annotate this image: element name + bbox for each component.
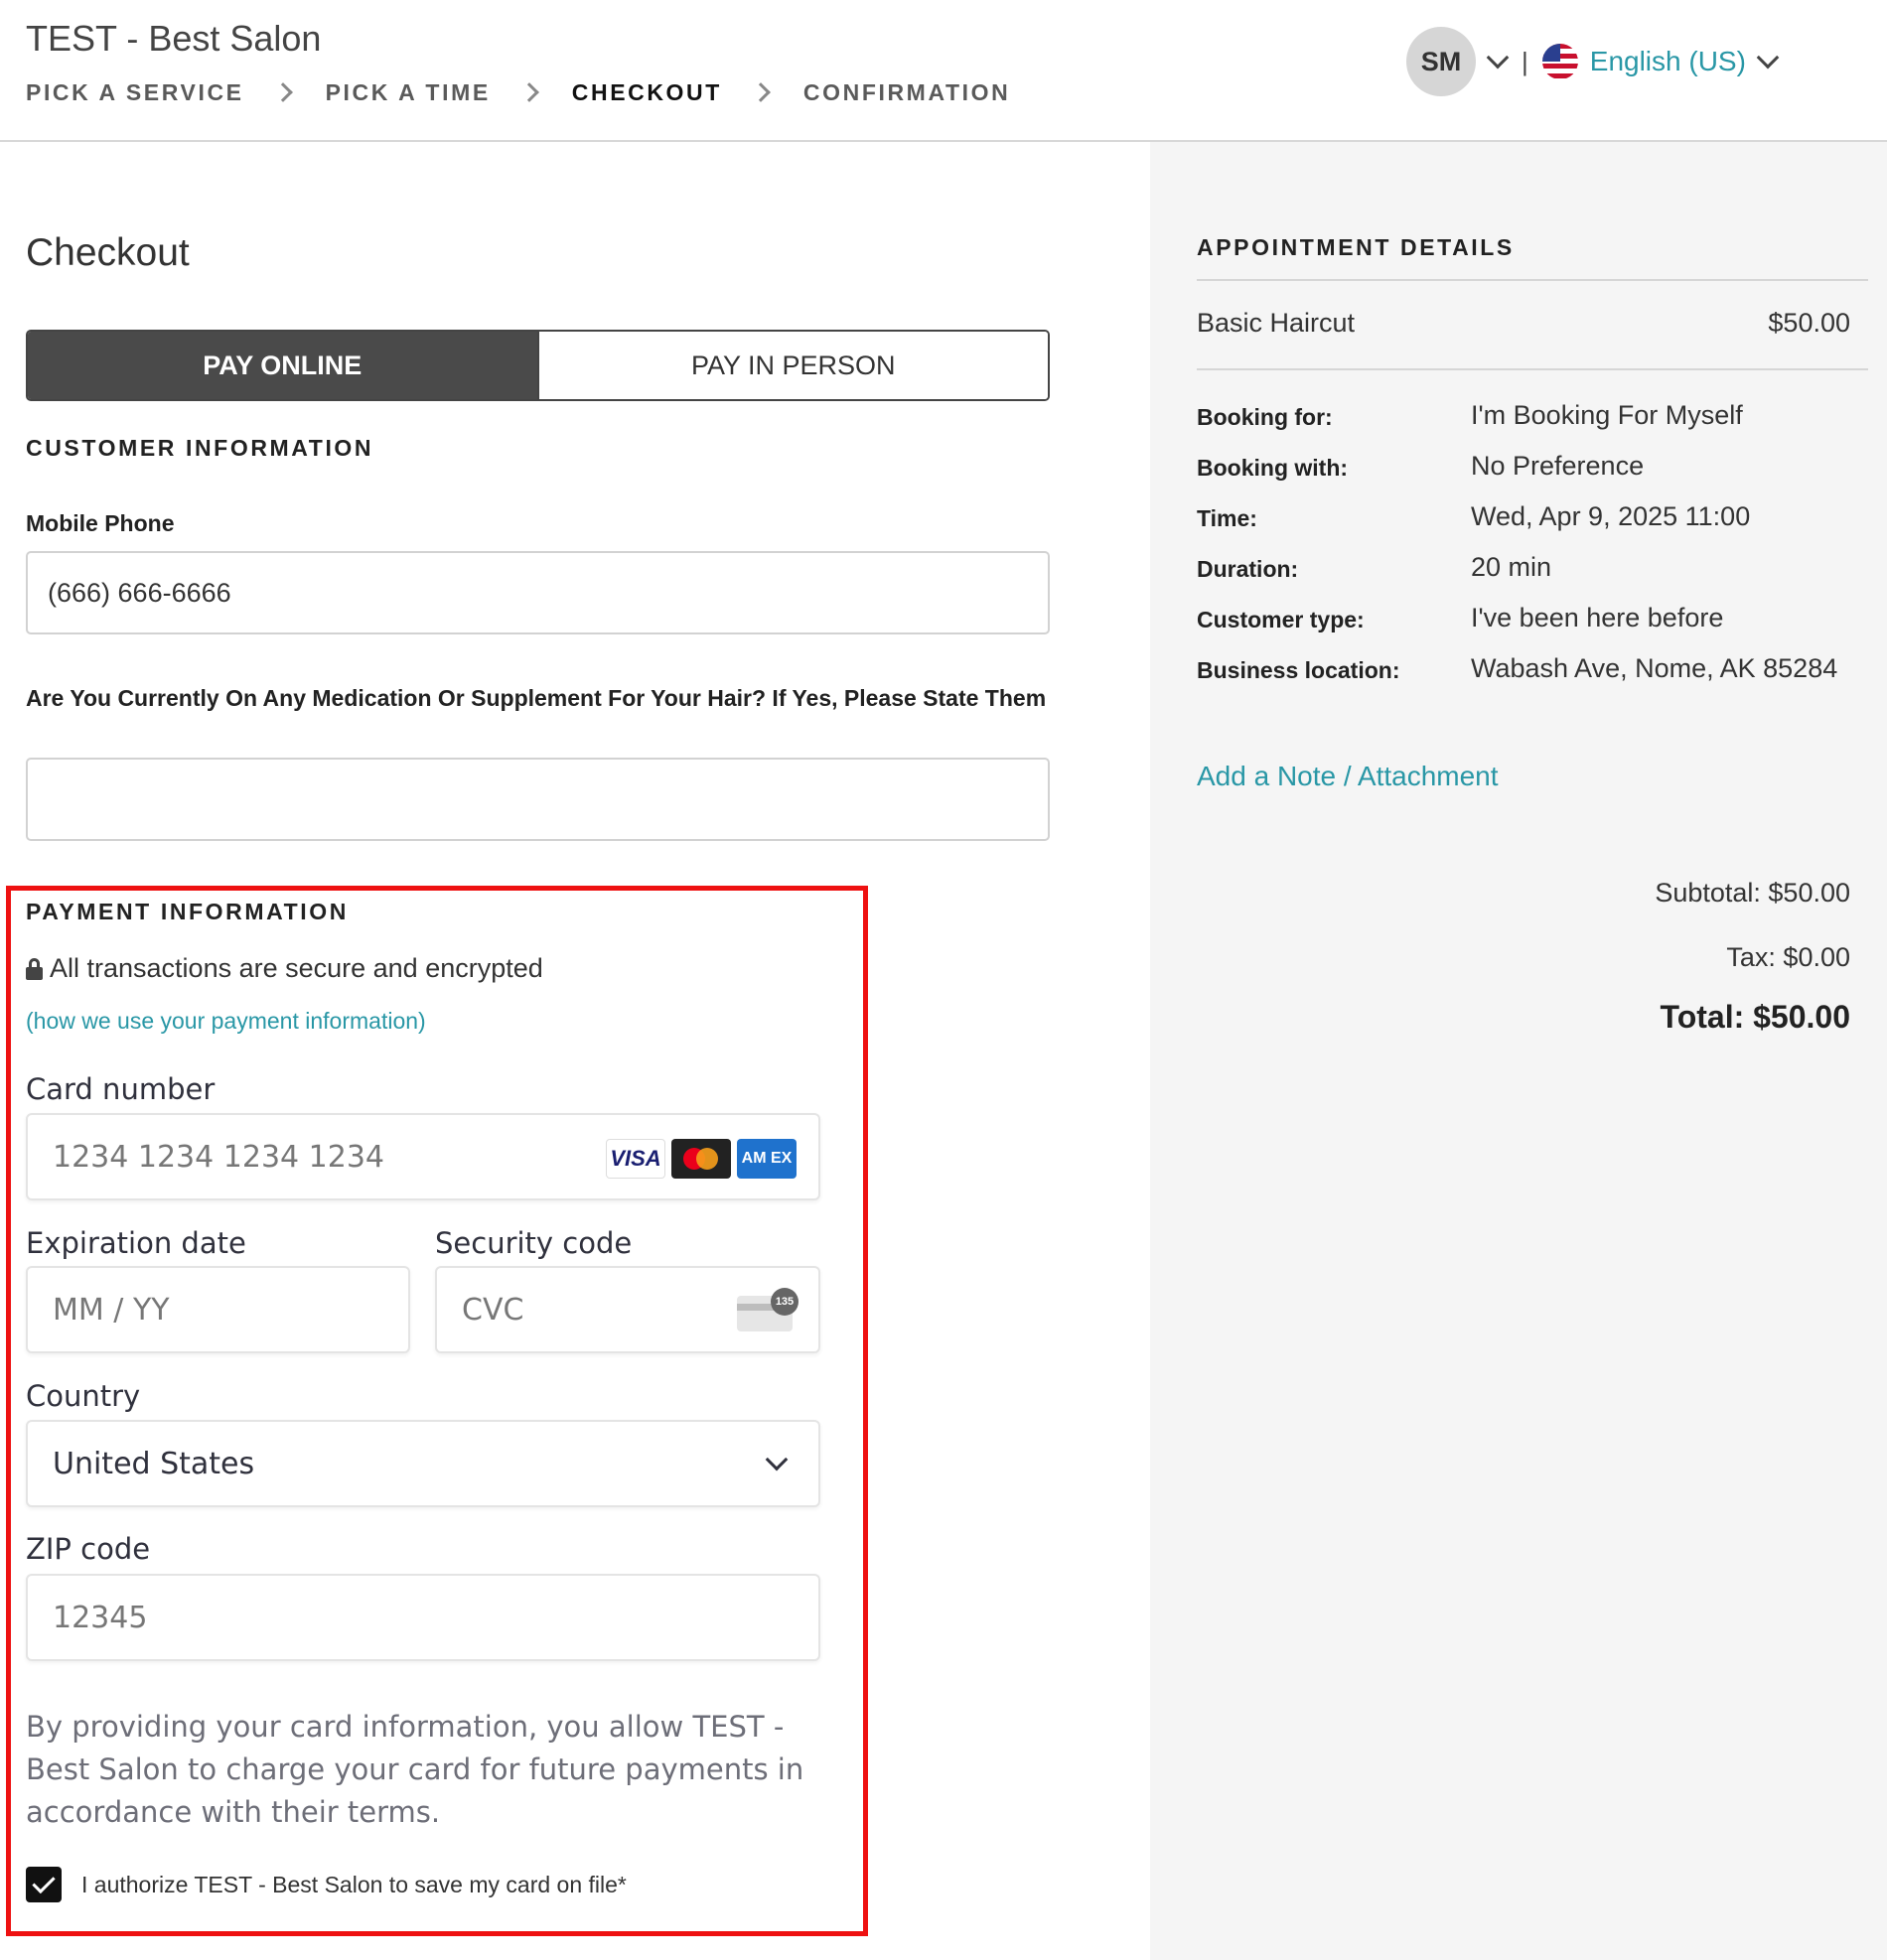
card-terms-text: By providing your card information, you … <box>26 1710 804 1829</box>
pay-in-person-button[interactable]: PAY IN PERSON <box>536 332 1048 399</box>
subtotal: Subtotal: $50.00 <box>1655 878 1850 908</box>
medication-input[interactable] <box>26 758 1050 841</box>
total: Total: $50.00 <box>1660 999 1850 1035</box>
country-label: Country <box>26 1379 141 1413</box>
detail-value: Wed, Apr 9, 2025 11:00 <box>1471 501 1751 531</box>
zip-code-placeholder: 12345 <box>53 1600 148 1635</box>
secure-notice: All transactions are secure and encrypte… <box>26 953 543 984</box>
page-title: Checkout <box>26 231 190 274</box>
detail-value: 20 min <box>1471 552 1552 582</box>
breadcrumb-pick-service[interactable]: PICK A SERVICE <box>26 79 244 106</box>
detail-label: Booking for: <box>1197 404 1333 430</box>
breadcrumb-confirmation: CONFIRMATION <box>802 78 1011 105</box>
detail-label: Time: <box>1197 505 1257 531</box>
breadcrumb-pick-time[interactable]: PICK A TIME <box>326 79 491 106</box>
country-select[interactable]: United States <box>26 1420 820 1507</box>
authorize-text: I authorize TEST - Best Salon to save my… <box>81 1871 627 1897</box>
security-code-label: Security code <box>435 1226 633 1260</box>
cvc-card-icon: 135 <box>737 1288 798 1331</box>
expiration-label: Expiration date <box>26 1226 246 1260</box>
medication-question-label: Are You Currently On Any Medication Or S… <box>26 685 1047 711</box>
card-number-input[interactable]: 1234 1234 1234 1234 VISA AM EX <box>26 1113 820 1200</box>
appointment-details-heading: APPOINTMENT DETAILS <box>1197 234 1515 260</box>
pay-online-button[interactable]: PAY ONLINE <box>28 332 537 399</box>
expiration-input[interactable]: MM / YY <box>26 1266 410 1353</box>
detail-label: Customer type: <box>1197 607 1365 632</box>
country-value: United States <box>53 1446 255 1481</box>
tax: Tax: $0.00 <box>1726 942 1850 972</box>
detail-label: Duration: <box>1197 556 1299 582</box>
breadcrumb-checkout: CHECKOUT <box>571 78 722 105</box>
account-area: SM | English (US) <box>1406 27 1786 96</box>
chevron-right-icon <box>270 77 300 107</box>
breadcrumb: PICK A SERVICE PICK A TIME CHECKOUT CONF… <box>26 77 1010 107</box>
secure-text: All transactions are secure and encrypte… <box>50 953 543 983</box>
amex-icon: AM EX <box>737 1139 797 1179</box>
page-header: TEST - Best Salon PICK A SERVICE PICK A … <box>0 0 1887 142</box>
card-brands: VISA AM EX <box>606 1139 797 1179</box>
detail-value: Wabash Ave, Nome, AK 85284 <box>1471 653 1838 683</box>
chevron-down-icon[interactable] <box>1486 46 1510 70</box>
mobile-phone-label: Mobile Phone <box>26 510 175 536</box>
service-name: Basic Haircut <box>1197 308 1356 338</box>
card-number-placeholder: 1234 1234 1234 1234 <box>53 1139 384 1175</box>
language-selector[interactable]: English (US) <box>1590 46 1746 77</box>
expiration-placeholder: MM / YY <box>53 1292 170 1328</box>
avatar[interactable]: SM <box>1406 27 1476 96</box>
authorize-row: I authorize TEST - Best Salon to save my… <box>26 1867 627 1902</box>
security-code-input[interactable]: CVC 135 <box>435 1266 820 1353</box>
card-number-label: Card number <box>26 1072 216 1106</box>
zip-code-label: ZIP code <box>26 1532 151 1566</box>
cvc-badge: 135 <box>771 1288 798 1316</box>
divider <box>1197 368 1868 370</box>
authorize-checkbox[interactable] <box>26 1867 62 1902</box>
payment-method-toggle: PAY ONLINE PAY IN PERSON <box>26 330 1050 401</box>
detail-label: Business location: <box>1197 657 1400 683</box>
chevron-right-icon <box>516 77 546 107</box>
header-divider: | <box>1522 46 1528 76</box>
visa-icon: VISA <box>606 1139 665 1179</box>
service-price: $50.00 <box>1768 308 1850 338</box>
add-note-link[interactable]: Add a Note / Attachment <box>1197 761 1499 792</box>
zip-code-input[interactable]: 12345 <box>26 1574 820 1661</box>
lock-icon <box>26 957 43 980</box>
divider <box>1197 279 1868 281</box>
security-code-placeholder: CVC <box>462 1292 524 1328</box>
chevron-down-icon <box>765 1448 789 1471</box>
detail-value: I'm Booking For Myself <box>1471 400 1743 430</box>
chevron-down-icon[interactable] <box>1756 46 1780 70</box>
detail-label: Booking with: <box>1197 455 1349 481</box>
detail-value: I've been here before <box>1471 603 1724 632</box>
chevron-right-icon <box>748 77 778 107</box>
payment-info-heading: PAYMENT INFORMATION <box>26 899 349 924</box>
mastercard-icon <box>671 1139 731 1179</box>
payment-info-link[interactable]: (how we use your payment information) <box>26 1008 426 1035</box>
mobile-phone-input[interactable]: (666) 666-6666 <box>26 551 1050 634</box>
detail-value: No Preference <box>1471 451 1645 481</box>
salon-title: TEST - Best Salon <box>26 18 322 59</box>
us-flag-icon <box>1541 44 1578 79</box>
appointment-sidebar: APPOINTMENT DETAILS Basic Haircut $50.00… <box>1150 142 1887 1960</box>
customer-info-heading: CUSTOMER INFORMATION <box>26 435 374 461</box>
